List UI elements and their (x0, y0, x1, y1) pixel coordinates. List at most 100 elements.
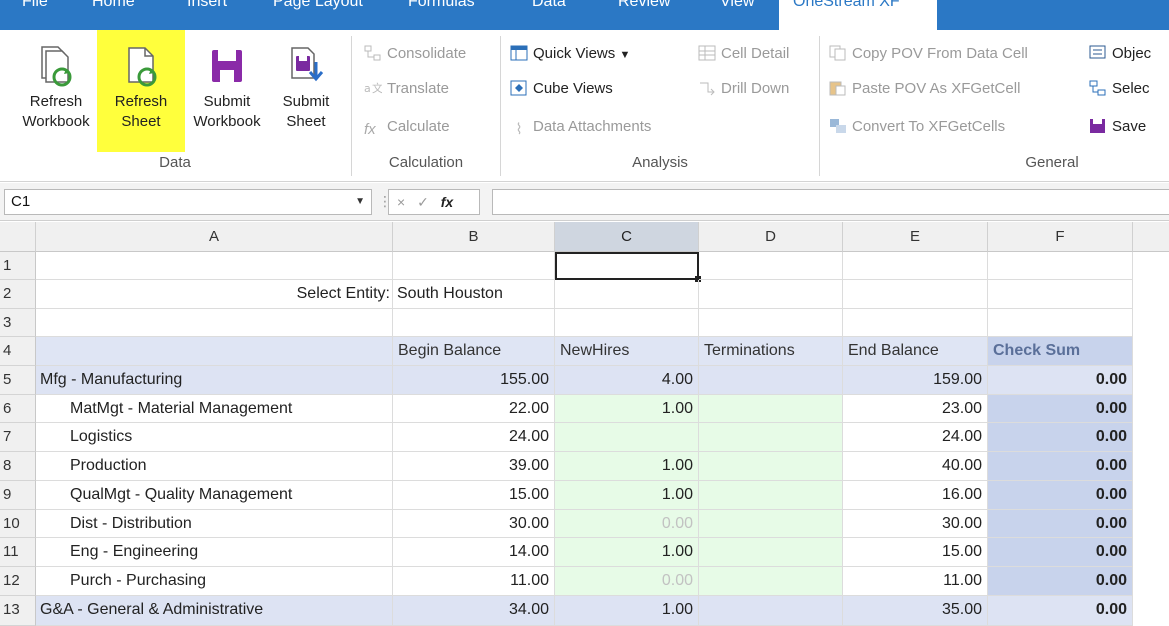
row-header[interactable]: 3 (0, 309, 36, 337)
cell-b12[interactable]: 11.00 (393, 567, 555, 596)
cell-a7[interactable]: Logistics (36, 423, 393, 452)
row-header[interactable]: 13 (0, 596, 36, 626)
cell-d7[interactable] (699, 423, 843, 452)
cell-e6[interactable]: 23.00 (843, 395, 988, 423)
cell-f5[interactable]: 0.00 (988, 366, 1133, 395)
row-header[interactable]: 4 (0, 337, 36, 366)
tab-file[interactable]: File (22, 0, 48, 13)
cell-c3[interactable] (555, 309, 699, 337)
tab-insert[interactable]: Insert (187, 0, 227, 13)
insert-function-icon[interactable]: fx (441, 194, 453, 210)
select-member-button[interactable]: Selec (1089, 76, 1150, 102)
column-header-f[interactable]: F (988, 222, 1133, 252)
cube-views-button[interactable]: Cube Views (510, 76, 613, 102)
row-header[interactable]: 11 (0, 538, 36, 567)
data-attachments-button[interactable]: ⌇ Data Attachments (510, 114, 651, 140)
cell-d3[interactable] (699, 309, 843, 337)
cell-d11[interactable] (699, 538, 843, 567)
copy-pov-button[interactable]: Copy POV From Data Cell (829, 41, 1028, 67)
cell-d10[interactable] (699, 510, 843, 538)
cell-e5[interactable]: 159.00 (843, 366, 988, 395)
select-all-corner[interactable] (0, 222, 36, 252)
refresh-workbook-button[interactable]: Refresh Workbook (18, 30, 94, 152)
cell-c10[interactable]: 0.00 (555, 510, 699, 538)
column-header-d[interactable]: D (699, 222, 843, 252)
cell-c12[interactable]: 0.00 (555, 567, 699, 596)
cell-c5[interactable]: 4.00 (555, 366, 699, 395)
cell-f12[interactable]: 0.00 (988, 567, 1133, 596)
drill-down-button[interactable]: Drill Down (698, 76, 789, 102)
row-header[interactable]: 2 (0, 280, 36, 309)
tab-page-layout[interactable]: Page Layout (273, 0, 363, 13)
column-header-a[interactable]: A (36, 222, 393, 252)
cell-a2[interactable]: Select Entity: (36, 280, 393, 309)
column-header-b[interactable]: B (393, 222, 555, 252)
cell-e3[interactable] (843, 309, 988, 337)
cell-d1[interactable] (699, 252, 843, 280)
cell-d8[interactable] (699, 452, 843, 481)
row-header[interactable]: 6 (0, 395, 36, 423)
cell-a1[interactable] (36, 252, 393, 280)
cell-f11[interactable]: 0.00 (988, 538, 1133, 567)
cell-c2[interactable] (555, 280, 699, 309)
cell-b6[interactable]: 22.00 (393, 395, 555, 423)
cell-b11[interactable]: 14.00 (393, 538, 555, 567)
cell-a5[interactable]: Mfg - Manufacturing (36, 366, 393, 395)
calculate-button[interactable]: fx Calculate (364, 114, 450, 140)
cell-a3[interactable] (36, 309, 393, 337)
tab-view[interactable]: View (720, 0, 754, 13)
cell-b1[interactable] (393, 252, 555, 280)
tab-onestream-xf[interactable]: OneStream XF (779, 0, 937, 30)
cell-b13[interactable]: 34.00 (393, 596, 555, 626)
cell-b10[interactable]: 30.00 (393, 510, 555, 538)
cell-a12[interactable]: Purch - Purchasing (36, 567, 393, 596)
cell-f8[interactable]: 0.00 (988, 452, 1133, 481)
cell-d6[interactable] (699, 395, 843, 423)
cancel-icon[interactable]: × (397, 194, 405, 210)
cell-e10[interactable]: 30.00 (843, 510, 988, 538)
cell-b3[interactable] (393, 309, 555, 337)
cell-c7[interactable] (555, 423, 699, 452)
cell-e13[interactable]: 35.00 (843, 596, 988, 626)
cell-b8[interactable]: 39.00 (393, 452, 555, 481)
header-end-balance[interactable]: End Balance (843, 337, 988, 366)
tab-data[interactable]: Data (532, 0, 566, 13)
cell-e8[interactable]: 40.00 (843, 452, 988, 481)
formula-input[interactable] (492, 189, 1169, 215)
cell-d12[interactable] (699, 567, 843, 596)
paste-pov-button[interactable]: Paste POV As XFGetCell (829, 76, 1020, 102)
cell-f3[interactable] (988, 309, 1133, 337)
header-check-sum[interactable]: Check Sum (988, 337, 1133, 366)
translate-button[interactable]: a 文 Translate (364, 76, 449, 102)
cell-c1-selected[interactable] (555, 252, 699, 280)
cell-e9[interactable]: 16.00 (843, 481, 988, 510)
cell-d9[interactable] (699, 481, 843, 510)
cell-a6[interactable]: MatMgt - Material Management (36, 395, 393, 423)
cell-a4[interactable] (36, 337, 393, 366)
cell-b9[interactable]: 15.00 (393, 481, 555, 510)
cell-c6[interactable]: 1.00 (555, 395, 699, 423)
cell-c8[interactable]: 1.00 (555, 452, 699, 481)
cell-e7[interactable]: 24.00 (843, 423, 988, 452)
submit-workbook-button[interactable]: Submit Workbook (187, 30, 267, 152)
header-terminations[interactable]: Terminations (699, 337, 843, 366)
save-button[interactable]: Save (1089, 114, 1146, 140)
cell-f9[interactable]: 0.00 (988, 481, 1133, 510)
submit-sheet-button[interactable]: Submit Sheet (270, 30, 342, 152)
row-header[interactable]: 9 (0, 481, 36, 510)
cell-e11[interactable]: 15.00 (843, 538, 988, 567)
column-header-c[interactable]: C (555, 222, 699, 252)
row-header[interactable]: 5 (0, 366, 36, 395)
cell-f10[interactable]: 0.00 (988, 510, 1133, 538)
cell-d2[interactable] (699, 280, 843, 309)
object-lookup-button[interactable]: Objec (1089, 41, 1151, 67)
cell-f1[interactable] (988, 252, 1133, 280)
refresh-sheet-button[interactable]: Refresh Sheet (97, 30, 185, 152)
cell-f13[interactable]: 0.00 (988, 596, 1133, 626)
enter-icon[interactable]: ✓ (417, 194, 429, 210)
column-header-g[interactable] (1133, 222, 1169, 252)
cell-d13[interactable] (699, 596, 843, 626)
cell-d5[interactable] (699, 366, 843, 395)
cell-a8[interactable]: Production (36, 452, 393, 481)
name-box[interactable]: C1 ▼ (4, 189, 372, 215)
